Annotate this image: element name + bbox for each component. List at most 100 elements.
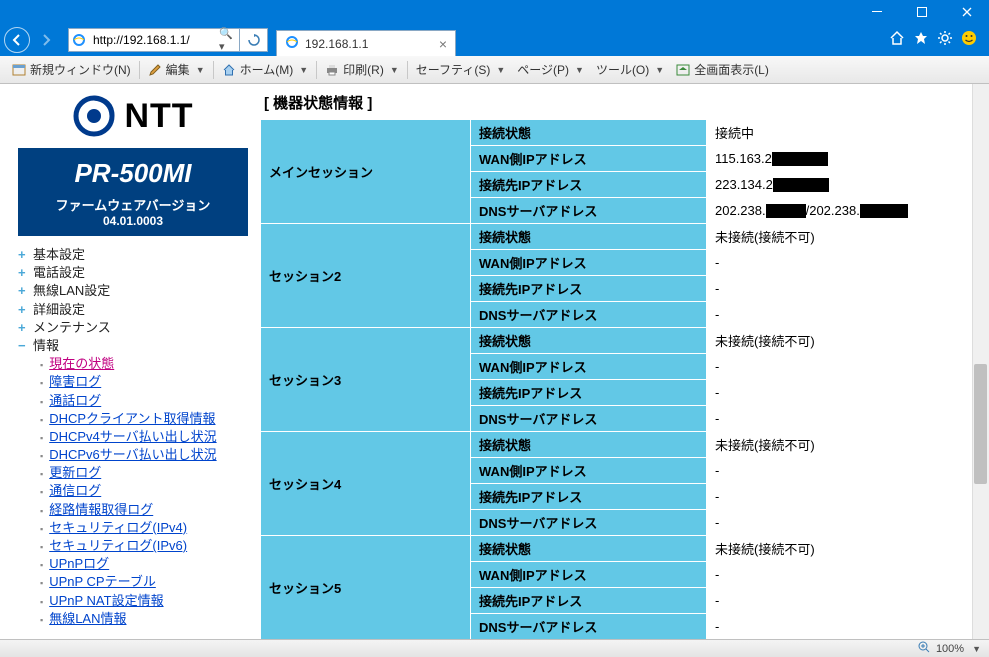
nav-link: セキュリティログ(IPv6) (40, 537, 248, 555)
safety-button[interactable]: セーフティ(S)▼ (410, 58, 511, 82)
tools-button[interactable]: ツール(O)▼ (590, 58, 670, 82)
session-name-cell: メインセッション (261, 120, 471, 224)
status-value-cell: - (707, 302, 960, 328)
fullscreen-button[interactable]: 全画面表示(L) (670, 58, 775, 82)
status-table: メインセッション接続状態接続中WAN側IPアドレス115.163.2接続先IPア… (260, 119, 960, 639)
status-value-cell: 115.163.2 (707, 146, 960, 172)
nav-link-anchor[interactable]: 更新ログ (49, 465, 101, 480)
window-close-button[interactable] (944, 0, 989, 24)
ie-icon (285, 35, 299, 52)
nav-tree: 基本設定電話設定無線LAN設定詳細設定メンテナンス情報現在の状態障害ログ通話ログ… (18, 246, 248, 628)
nav-link-anchor[interactable]: UPnPログ (49, 556, 109, 571)
pencil-icon (148, 63, 162, 77)
table-row: セッション5接続状態未接続(接続不可) (261, 536, 960, 562)
nav-category[interactable]: 詳細設定 (18, 301, 248, 319)
nav-back-button[interactable] (4, 27, 30, 53)
new-window-button[interactable]: 新規ウィンドウ(N) (6, 58, 137, 82)
nav-link-anchor[interactable]: DHCPv4サーバ払い出し状況 (49, 429, 216, 444)
nav-link: 更新ログ (40, 464, 248, 482)
status-key-cell: WAN側IPアドレス (471, 354, 707, 380)
main-panel: [ 機器状態情報 ] メインセッション接続状態接続中WAN側IPアドレス115.… (260, 84, 989, 639)
session-name-cell: セッション5 (261, 536, 471, 640)
browser-tab[interactable]: 192.168.1.1 × (276, 30, 456, 56)
status-value-cell: 223.134.2 (707, 172, 960, 198)
nav-link: UPnPログ (40, 555, 248, 573)
firmware-label: ファームウェアバージョン (18, 195, 248, 214)
page-title: [ 機器状態情報 ] (260, 90, 985, 119)
print-button[interactable]: 印刷(R)▼ (319, 58, 405, 82)
status-key-cell: 接続状態 (471, 432, 707, 458)
status-value-cell: - (707, 380, 960, 406)
status-key-cell: WAN側IPアドレス (471, 146, 707, 172)
page-button[interactable]: ページ(P)▼ (511, 58, 590, 82)
window-minimize-button[interactable] (854, 0, 899, 24)
firmware-version: 04.01.0003 (18, 214, 248, 228)
status-value-cell: - (707, 250, 960, 276)
refresh-button[interactable] (240, 28, 268, 52)
nav-link: 通話ログ (40, 392, 248, 410)
nav-link: DHCPv4サーバ払い出し状況 (40, 428, 248, 446)
status-value-cell: - (707, 510, 960, 536)
tools-label: ツール(O) (596, 61, 649, 78)
zoom-dropdown-icon[interactable]: ▼ (972, 644, 981, 654)
command-toolbar: 新規ウィンドウ(N) 編集▼ ホーム(M)▼ 印刷(R)▼ セーフティ(S)▼ … (0, 56, 989, 84)
nav-category[interactable]: 無線LAN設定 (18, 282, 248, 300)
window-titlebar (0, 0, 989, 24)
nav-category[interactable]: 電話設定 (18, 264, 248, 282)
zoom-level[interactable]: 100% (936, 643, 964, 655)
separator (407, 61, 408, 79)
status-key-cell: 接続状態 (471, 536, 707, 562)
nav-link-anchor[interactable]: DHCPクライアント取得情報 (49, 411, 215, 426)
nav-category[interactable]: メンテナンス (18, 319, 248, 337)
tab-close-button[interactable]: × (439, 36, 447, 52)
nav-link-anchor[interactable]: 通信ログ (49, 483, 101, 498)
nav-link-anchor[interactable]: UPnP NAT設定情報 (49, 593, 163, 608)
nav-category[interactable]: 基本設定 (18, 246, 248, 264)
status-key-cell: WAN側IPアドレス (471, 458, 707, 484)
smiley-icon[interactable] (961, 30, 977, 51)
home-icon[interactable] (889, 30, 905, 51)
vertical-scrollbar[interactable] (972, 84, 989, 639)
status-key-cell: WAN側IPアドレス (471, 250, 707, 276)
status-value-cell: 接続中 (707, 120, 960, 146)
nav-link-anchor[interactable]: 通話ログ (49, 393, 101, 408)
status-key-cell: DNSサーバアドレス (471, 198, 707, 224)
fullscreen-icon (676, 63, 690, 77)
status-key-cell: WAN側IPアドレス (471, 562, 707, 588)
nav-link-anchor[interactable]: DHCPv6サーバ払い出し状況 (49, 447, 216, 462)
nav-link-anchor[interactable]: セキュリティログ(IPv4) (49, 520, 187, 535)
status-value-cell: - (707, 276, 960, 302)
home-button[interactable]: ホーム(M)▼ (216, 58, 315, 82)
nav-link: 現在の状態 (40, 355, 248, 373)
nav-link-anchor[interactable]: 現在の状態 (49, 356, 114, 371)
url-input[interactable] (89, 33, 219, 47)
nav-category[interactable]: 情報 (18, 337, 248, 355)
favorites-icon[interactable] (913, 30, 929, 51)
print-label: 印刷(R) (343, 61, 384, 78)
status-key-cell: 接続先IPアドレス (471, 484, 707, 510)
ie-icon (69, 33, 89, 47)
search-dropdown-icon[interactable]: 🔍 ▾ (219, 27, 239, 53)
nav-link-anchor[interactable]: 障害ログ (49, 374, 101, 389)
scroll-thumb[interactable] (974, 364, 987, 484)
table-row: セッション2接続状態未接続(接続不可) (261, 224, 960, 250)
nav-link-anchor[interactable]: セキュリティログ(IPv6) (49, 538, 187, 553)
new-window-icon (12, 63, 26, 77)
settings-icon[interactable] (937, 30, 953, 51)
nav-link: DHCPv6サーバ払い出し状況 (40, 446, 248, 464)
session-name-cell: セッション4 (261, 432, 471, 536)
nav-forward-button[interactable] (30, 26, 62, 54)
brand-text: NTT (124, 97, 193, 136)
zoom-icon[interactable] (918, 641, 930, 656)
separator (139, 61, 140, 79)
address-bar[interactable]: 🔍 ▾ (68, 28, 240, 52)
nav-link-anchor[interactable]: UPnP CPテーブル (49, 574, 156, 589)
nav-link: 通信ログ (40, 482, 248, 500)
navbar-right-icons (889, 30, 985, 51)
nav-link-anchor[interactable]: 無線LAN情報 (49, 611, 126, 626)
nav-link-anchor[interactable]: 経路情報取得ログ (49, 502, 153, 517)
edit-button[interactable]: 編集▼ (142, 58, 211, 82)
status-value-cell: 未接続(接続不可) (707, 328, 960, 354)
status-key-cell: 接続先IPアドレス (471, 380, 707, 406)
window-maximize-button[interactable] (899, 0, 944, 24)
